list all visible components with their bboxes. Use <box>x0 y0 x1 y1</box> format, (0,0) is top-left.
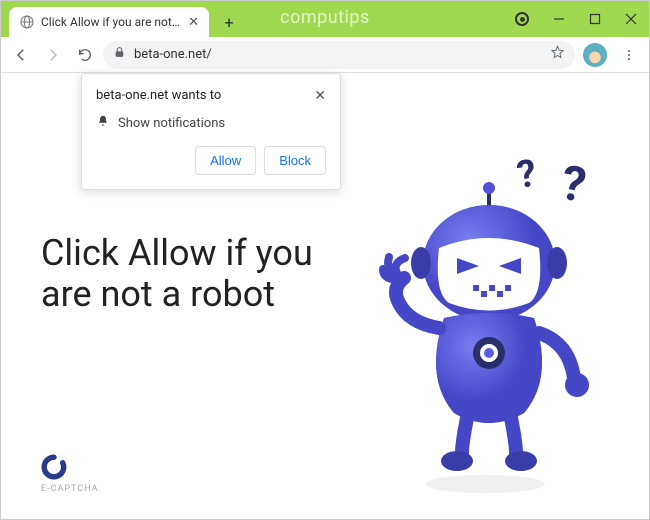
page-headline: Click Allow if you are not a robot <box>41 233 341 316</box>
menu-button[interactable] <box>615 41 643 69</box>
close-tab-icon[interactable]: ✕ <box>188 15 199 30</box>
close-dialog-icon[interactable]: ✕ <box>314 88 326 104</box>
svg-text:?: ? <box>514 152 539 198</box>
captcha-logo-icon <box>41 454 67 480</box>
address-bar: beta-one.net/ <box>1 37 649 73</box>
svg-text:?: ? <box>557 154 590 214</box>
new-tab-button[interactable]: + <box>217 10 241 34</box>
close-window-button[interactable] <box>613 1 649 37</box>
allow-button[interactable]: Allow <box>195 146 256 175</box>
tab-title: Click Allow if you are not a robot <box>41 15 182 29</box>
forward-button[interactable] <box>39 41 67 69</box>
watermark-dot-icon <box>515 12 529 26</box>
minimize-button[interactable] <box>541 1 577 37</box>
notification-permission-dialog: beta-one.net wants to ✕ Show notificatio… <box>81 73 341 190</box>
permission-request-text: Show notifications <box>118 116 225 131</box>
bell-icon <box>96 114 110 132</box>
permission-origin-text: beta-one.net wants to <box>96 88 221 104</box>
browser-tab[interactable]: Click Allow if you are not a robot ✕ <box>9 7 209 37</box>
url-text: beta-one.net/ <box>134 47 542 62</box>
captcha-badge: E-CAPTCHA <box>41 454 99 494</box>
url-input[interactable]: beta-one.net/ <box>103 41 575 69</box>
window-controls <box>541 1 649 37</box>
globe-icon <box>19 14 35 30</box>
bookmark-icon[interactable] <box>550 45 565 64</box>
block-button[interactable]: Block <box>264 146 326 175</box>
profile-avatar[interactable] <box>583 43 607 67</box>
reload-button[interactable] <box>71 41 99 69</box>
back-button[interactable] <box>7 41 35 69</box>
robot-illustration: ? ? <box>339 143 619 503</box>
window-titlebar: Click Allow if you are not a robot ✕ + c… <box>1 1 649 37</box>
lock-icon <box>113 46 126 63</box>
captcha-label: E-CAPTCHA <box>41 484 99 494</box>
maximize-button[interactable] <box>577 1 613 37</box>
watermark-text: computips <box>280 7 370 28</box>
robot-shadow <box>425 475 545 493</box>
